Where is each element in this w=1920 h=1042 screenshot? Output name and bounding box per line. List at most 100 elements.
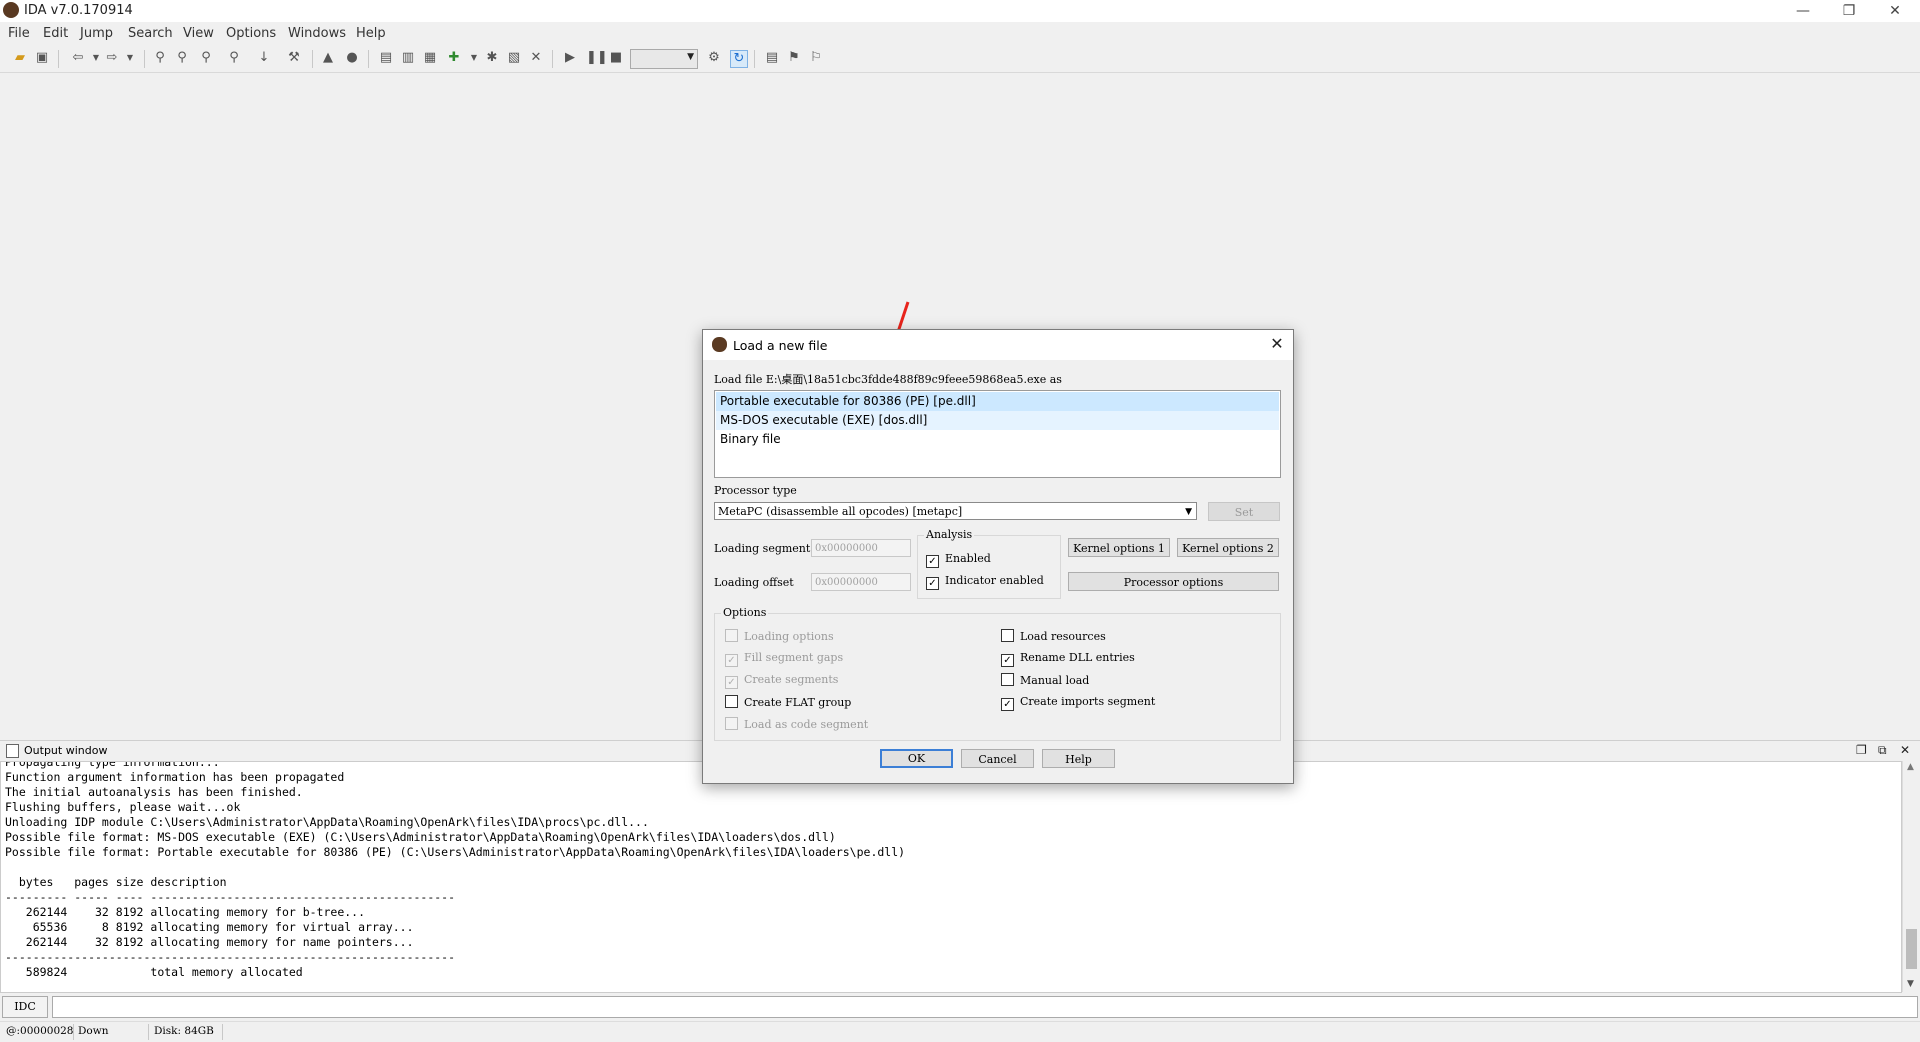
command-input[interactable] [52, 996, 1918, 1018]
save-icon[interactable]: ▣ [34, 50, 50, 66]
menu-jump[interactable]: Jump [80, 26, 113, 41]
indicator-enabled-checkbox[interactable]: ✓ Indicator enabled [926, 574, 1044, 590]
scroll-down-icon[interactable]: ▼ [1907, 979, 1914, 989]
sync-icon[interactable]: ↻ [730, 50, 748, 68]
trace-icon[interactable]: ⚑ [786, 50, 802, 66]
menu-file[interactable]: File [8, 26, 30, 41]
forward-dropdown-icon[interactable]: ▼ [122, 50, 138, 66]
file-type-dos[interactable]: MS-DOS executable (EXE) [dos.dll] [716, 411, 1279, 430]
file-type-binary[interactable]: Binary file [716, 430, 1279, 449]
manual-load-checkbox[interactable]: Manual load [1001, 673, 1089, 687]
search-next-icon[interactable]: ⚲ [198, 50, 214, 66]
processor-type-value: MetaPC (disassemble all opcodes) [metapc… [718, 505, 963, 518]
data-icon[interactable]: ▦ [422, 50, 438, 66]
load-resources-checkbox[interactable]: Load resources [1001, 629, 1106, 643]
menu-edit[interactable]: Edit [43, 26, 68, 41]
create-imports-segment-checkbox[interactable]: ✓ Create imports segment [1001, 695, 1155, 711]
pause-icon[interactable]: ❚❚ [586, 50, 608, 66]
float-window-icon[interactable]: ❐ [1856, 743, 1867, 757]
log-line: The initial autoanalysis has been finish… [5, 785, 303, 799]
load-as-code-segment-checkbox[interactable]: Load as code segment [725, 717, 868, 731]
tracing-options-icon[interactable]: ⚐ [808, 50, 824, 66]
attach-icon[interactable]: ⚙ [706, 50, 722, 66]
run-icon[interactable]: ▶ [562, 50, 578, 66]
loading-offset-input[interactable]: 0x00000000 [811, 573, 911, 591]
ida-logo-icon [3, 2, 19, 18]
restore-window-icon[interactable]: ⧉ [1878, 743, 1887, 758]
debugger-select[interactable]: ▼ [630, 49, 698, 69]
close-window-button[interactable]: ✕ [1872, 0, 1918, 22]
processor-type-select[interactable]: MetaPC (disassemble all opcodes) [metapc… [714, 502, 1197, 520]
log-line: Possible file format: Portable executabl… [5, 845, 906, 859]
checkbox-empty-icon [1001, 629, 1014, 642]
log-line: 262144 32 8192 allocating memory for nam… [5, 935, 414, 949]
checkbox-checked-icon: ✓ [926, 555, 939, 568]
menu-options[interactable]: Options [226, 26, 276, 41]
dialog-title-bar: Load a new file ✕ [703, 330, 1293, 360]
rename-dll-entries-checkbox[interactable]: ✓ Rename DLL entries [1001, 651, 1135, 667]
binary-search-icon[interactable]: ⚲ [152, 50, 168, 66]
output-window-title: Output window [24, 744, 108, 757]
idc-language-button[interactable]: IDC [2, 996, 48, 1018]
array-icon[interactable]: ▧ [506, 50, 522, 66]
fill-segment-gaps-checkbox[interactable]: ✓ Fill segment gaps [725, 651, 843, 667]
graph-view-icon[interactable]: ▲ [320, 50, 336, 66]
text-search-icon[interactable]: ⚲ [174, 50, 190, 66]
struct-icon[interactable]: ✱ [484, 50, 500, 66]
search-immediate-icon[interactable]: ⚲ [226, 50, 242, 66]
minimize-button[interactable]: — [1780, 0, 1826, 22]
patch-icon[interactable]: ⚒ [286, 50, 302, 66]
circle-icon[interactable]: ● [344, 50, 360, 66]
set-button[interactable]: Set [1208, 502, 1280, 521]
maximize-button[interactable]: ❐ [1826, 0, 1872, 22]
stop-icon[interactable]: ■ [608, 50, 624, 66]
cancel-button[interactable]: Cancel [961, 749, 1034, 768]
log-line: --------- ----- ---- -------------------… [5, 890, 456, 904]
help-button[interactable]: Help [1042, 749, 1115, 768]
output-log[interactable]: Propagating type information... Function… [0, 761, 1902, 993]
open-file-icon[interactable]: ▰ [12, 50, 28, 66]
toolbar-separator [754, 50, 755, 68]
log-line: Possible file format: MS-DOS executable … [5, 830, 836, 844]
breakpoints-icon[interactable]: ▤ [764, 50, 780, 66]
loading-segment-input[interactable]: 0x00000000 [811, 539, 911, 557]
menu-help[interactable]: Help [356, 26, 386, 41]
file-type-pe[interactable]: Portable executable for 80386 (PE) [pe.d… [716, 392, 1279, 411]
loading-offset-label: Loading offset [714, 576, 794, 589]
scrollbar-thumb[interactable] [1906, 929, 1917, 969]
menu-bar: File Edit Jump Search View Options Windo… [0, 24, 1920, 44]
kernel-options-2-button[interactable]: Kernel options 2 [1177, 538, 1279, 557]
file-type-list[interactable]: Portable executable for 80386 (PE) [pe.d… [714, 390, 1281, 478]
add-icon[interactable]: ✚ [446, 50, 462, 66]
close-icon[interactable]: ✕ [1267, 334, 1287, 354]
download-arrow-icon[interactable]: ↓ [256, 50, 272, 66]
status-state: Down [78, 1025, 109, 1037]
loading-options-checkbox[interactable]: Loading options [725, 629, 834, 643]
processor-options-button[interactable]: Processor options [1068, 572, 1279, 591]
back-arrow-icon[interactable]: ⇦ [70, 50, 86, 66]
menu-search[interactable]: Search [128, 26, 173, 41]
kernel-options-1-button[interactable]: Kernel options 1 [1068, 538, 1170, 557]
undefine-icon[interactable]: ✕ [528, 50, 544, 66]
log-line: ----------------------------------------… [5, 950, 456, 964]
checkbox-empty-icon [725, 717, 738, 730]
close-output-icon[interactable]: ✕ [1900, 743, 1910, 757]
checkbox-empty-icon [1001, 673, 1014, 686]
code-icon[interactable]: ▥ [400, 50, 416, 66]
menu-view[interactable]: View [183, 26, 214, 41]
ok-button[interactable]: OK [880, 749, 953, 768]
processor-type-label: Processor type [714, 484, 797, 497]
forward-arrow-icon[interactable]: ⇨ [104, 50, 120, 66]
function-icon[interactable]: ▤ [378, 50, 394, 66]
back-dropdown-icon[interactable]: ▼ [88, 50, 104, 66]
scroll-up-icon[interactable]: ▲ [1907, 762, 1914, 772]
menu-windows[interactable]: Windows [288, 26, 346, 41]
create-flat-group-checkbox[interactable]: Create FLAT group [725, 695, 851, 709]
create-segments-checkbox[interactable]: ✓ Create segments [725, 673, 838, 689]
output-scrollbar[interactable]: ▲ ▼ [1902, 761, 1920, 992]
analysis-enabled-checkbox[interactable]: ✓ Enabled [926, 552, 991, 568]
title-bar: IDA v7.0.170914 — ❐ ✕ [0, 0, 1920, 22]
add-dropdown-icon[interactable]: ▼ [466, 50, 482, 66]
dialog-title: Load a new file [733, 338, 828, 353]
